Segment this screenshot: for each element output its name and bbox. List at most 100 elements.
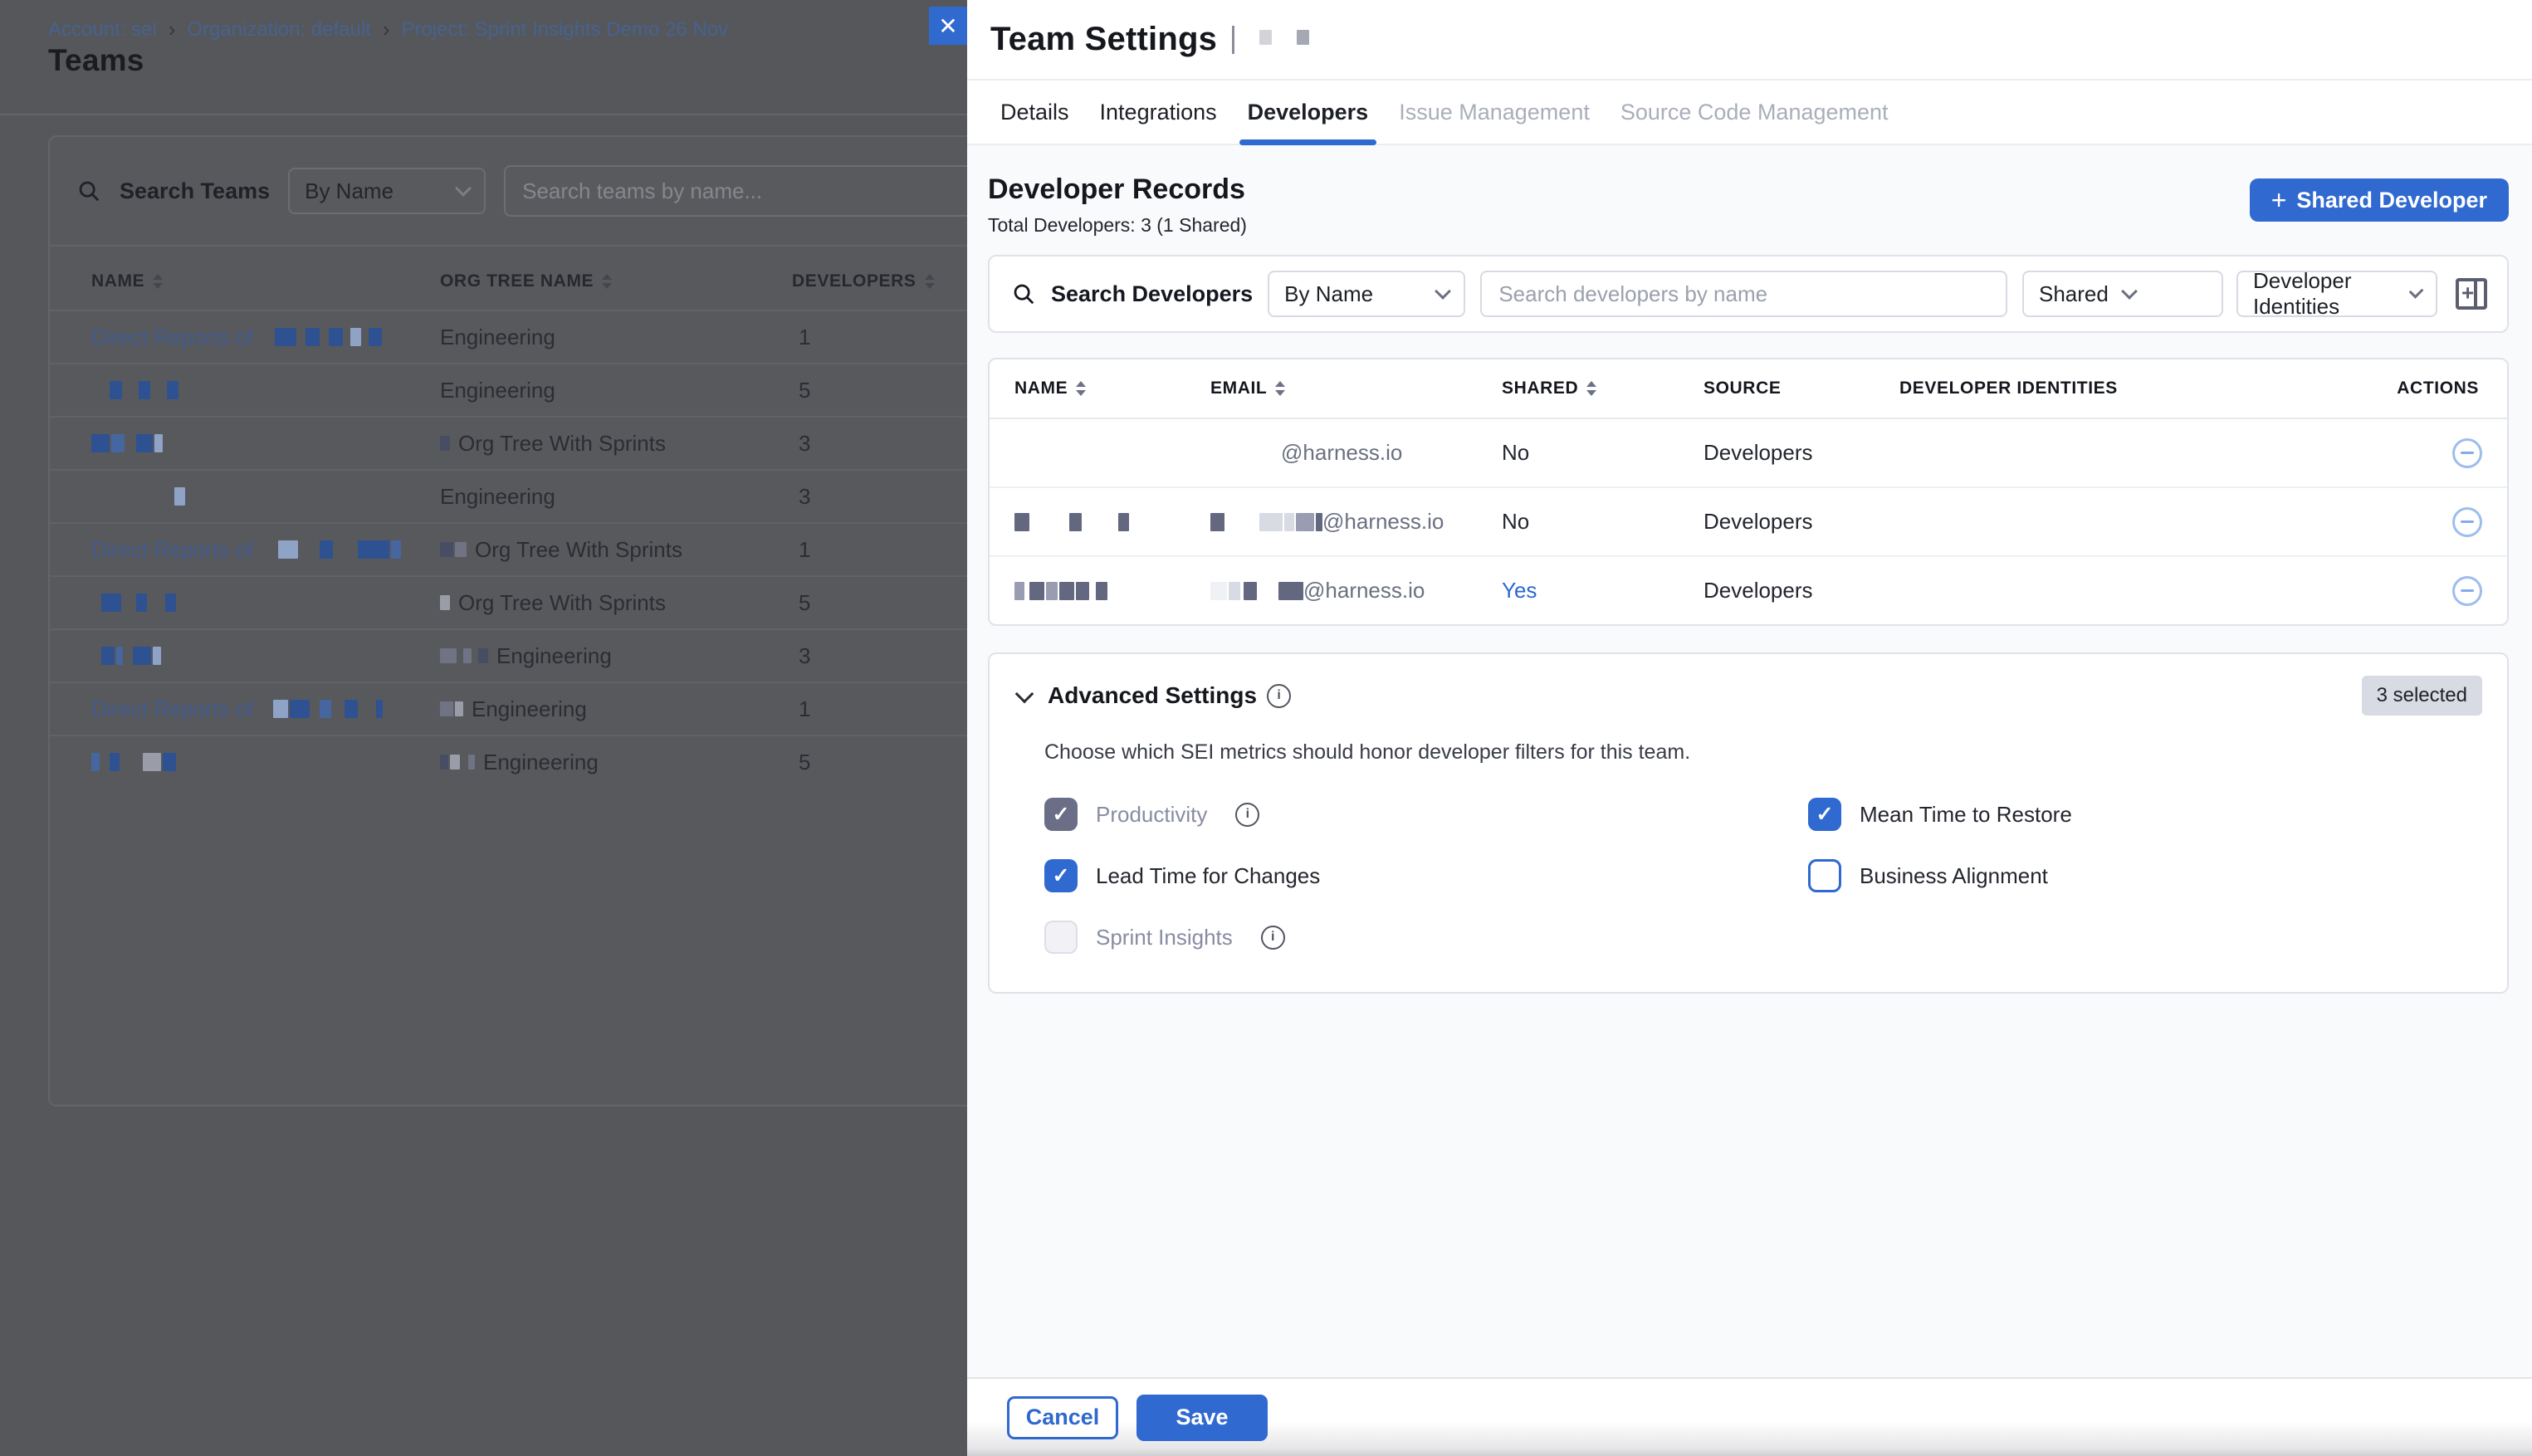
- column-header[interactable]: SHARED: [1502, 379, 1703, 398]
- developer-filter-group: Shared Developer Identities: [2022, 271, 2487, 317]
- redacted-block: [1059, 582, 1074, 600]
- checkbox-label: Sprint Insights: [1096, 925, 1233, 950]
- cancel-button[interactable]: Cancel: [1007, 1396, 1118, 1439]
- redacted-block: [1210, 513, 1224, 531]
- team-name-cell: Direct Reports of: [91, 696, 440, 722]
- breadcrumb-link[interactable]: Organization: default: [187, 18, 370, 42]
- metric-checkboxes: ✓Productivityi✓Lead Time for ChangesSpri…: [1044, 798, 2482, 954]
- developer-email-text: @harness.io: [1322, 509, 1444, 535]
- checkbox-business-alignment[interactable]: [1808, 859, 1841, 892]
- checkbox-label: Business Alignment: [1860, 863, 2048, 889]
- checkbox-mean-time-to-restore[interactable]: ✓: [1808, 798, 1841, 831]
- save-button[interactable]: Save: [1136, 1395, 1268, 1441]
- remove-developer-button[interactable]: [2452, 438, 2482, 468]
- org-tree-cell: Engineering: [440, 484, 792, 510]
- sort-icon[interactable]: [153, 274, 163, 289]
- org-tree-icon: [440, 542, 467, 557]
- redacted-block: [320, 700, 331, 718]
- redacted-block: [440, 648, 457, 663]
- breadcrumb-link[interactable]: Account: sei: [48, 18, 157, 42]
- chevron-down-icon: [1435, 283, 1451, 300]
- checkbox-sprint-insights[interactable]: [1044, 921, 1078, 954]
- tab-issue-management[interactable]: Issue Management: [1399, 81, 1590, 144]
- column-header[interactable]: EMAIL: [1210, 379, 1502, 398]
- sort-icon[interactable]: [925, 274, 935, 289]
- redacted-block: [450, 755, 460, 770]
- developer-row[interactable]: @harness.ioNoDevelopers: [990, 419, 2507, 488]
- developer-email-text: @harness.io: [1281, 440, 1402, 466]
- checkbox-column-2: ✓ Mean Time to Restore Business Alignment: [1808, 798, 2482, 954]
- tab-source-code-management[interactable]: Source Code Management: [1620, 81, 1889, 144]
- teams-filter-select[interactable]: By Name: [288, 168, 486, 214]
- redacted-block: [478, 648, 488, 663]
- chevron-down-icon: [2121, 283, 2138, 300]
- advanced-settings-header[interactable]: Advanced Settings i 3 selected: [1014, 676, 2482, 716]
- checkbox-item: ✓Productivityi: [1044, 798, 1808, 831]
- column-header[interactable]: NAME: [91, 271, 440, 291]
- team-name-cell: [91, 647, 440, 665]
- redacted-block: [1244, 582, 1257, 600]
- org-tree-icon: [440, 755, 475, 770]
- search-icon: [76, 178, 101, 203]
- checkbox-label: Mean Time to Restore: [1860, 802, 2072, 828]
- selected-count-badge: 3 selected: [2362, 676, 2482, 716]
- teams-filter-value: By Name: [305, 178, 393, 204]
- column-header: SOURCE: [1703, 379, 1899, 398]
- redacted-block: [455, 701, 463, 716]
- redacted-block: [133, 647, 151, 665]
- org-tree-cell: Engineering: [440, 750, 792, 775]
- info-icon: i: [1235, 803, 1259, 827]
- redacted-block: [136, 434, 153, 452]
- redacted-block: [143, 753, 161, 771]
- drawer-footer: Cancel Save: [967, 1377, 2532, 1456]
- chevron-down-icon: [2408, 284, 2423, 299]
- column-header[interactable]: ORG TREE NAME: [440, 271, 792, 291]
- team-name-cell: Direct Reports of: [91, 537, 440, 563]
- checkbox-productivity[interactable]: ✓: [1044, 798, 1078, 831]
- total-developers-text: Total Developers: 3 (1 Shared): [988, 214, 1247, 237]
- tab-developers[interactable]: Developers: [1248, 81, 1369, 144]
- team-name-link[interactable]: Direct Reports of: [91, 696, 253, 722]
- checkbox-lead-time-for-changes[interactable]: ✓: [1044, 859, 1078, 892]
- team-name-cell: [91, 753, 440, 771]
- developer-row[interactable]: @harness.ioNoDevelopers: [990, 488, 2507, 557]
- developer-row[interactable]: @harness.ioYesDevelopers: [990, 557, 2507, 624]
- breadcrumb-link[interactable]: Project: Sprint Insights Demo 26 Nov: [402, 18, 729, 42]
- redacted-block: [278, 540, 298, 559]
- team-name-link[interactable]: Direct Reports of: [91, 537, 253, 563]
- redacted-title-blocks: [1234, 30, 1309, 49]
- tab-details[interactable]: Details: [1000, 81, 1069, 144]
- redacted-block: [167, 381, 178, 399]
- redacted-block: [440, 542, 453, 557]
- remove-developer-button[interactable]: [2452, 507, 2482, 537]
- redacted-block: [1046, 582, 1058, 600]
- sort-icon[interactable]: [1586, 381, 1596, 396]
- column-header[interactable]: NAME: [1014, 379, 1210, 398]
- shared-cell: Yes: [1502, 578, 1703, 603]
- redacted-block: [306, 328, 320, 346]
- shared-filter-select[interactable]: Shared: [2022, 271, 2223, 317]
- tab-integrations[interactable]: Integrations: [1100, 81, 1217, 144]
- info-icon: i: [1267, 684, 1291, 708]
- redacted-block: [91, 434, 110, 452]
- remove-developer-button[interactable]: [2452, 576, 2482, 606]
- developers-table-body: @harness.ioNoDevelopers@harness.ioNoDeve…: [990, 419, 2507, 624]
- team-name-link[interactable]: Direct Reports of: [91, 325, 253, 350]
- search-icon: [1011, 281, 1036, 306]
- redacted-block: [391, 540, 401, 559]
- manage-columns-icon[interactable]: [2456, 278, 2487, 310]
- page-title: Teams: [48, 43, 144, 78]
- close-icon[interactable]: ✕: [929, 7, 967, 45]
- developer-identities-select[interactable]: Developer Identities: [2236, 271, 2437, 317]
- team-name-cell: [91, 487, 440, 506]
- sort-icon[interactable]: [1275, 381, 1285, 396]
- sort-icon[interactable]: [1076, 381, 1086, 396]
- org-tree-icon: [440, 595, 450, 610]
- team-settings-drawer: Team Settings DetailsIntegrationsDevelop…: [967, 0, 2532, 1456]
- add-shared-developer-button[interactable]: + Shared Developer: [2250, 178, 2509, 222]
- org-tree-icon: [440, 701, 463, 716]
- redacted-block: [275, 328, 296, 346]
- developer-search-input[interactable]: [1480, 271, 2007, 317]
- sort-icon[interactable]: [602, 274, 612, 289]
- developer-filter-select[interactable]: By Name: [1268, 271, 1465, 317]
